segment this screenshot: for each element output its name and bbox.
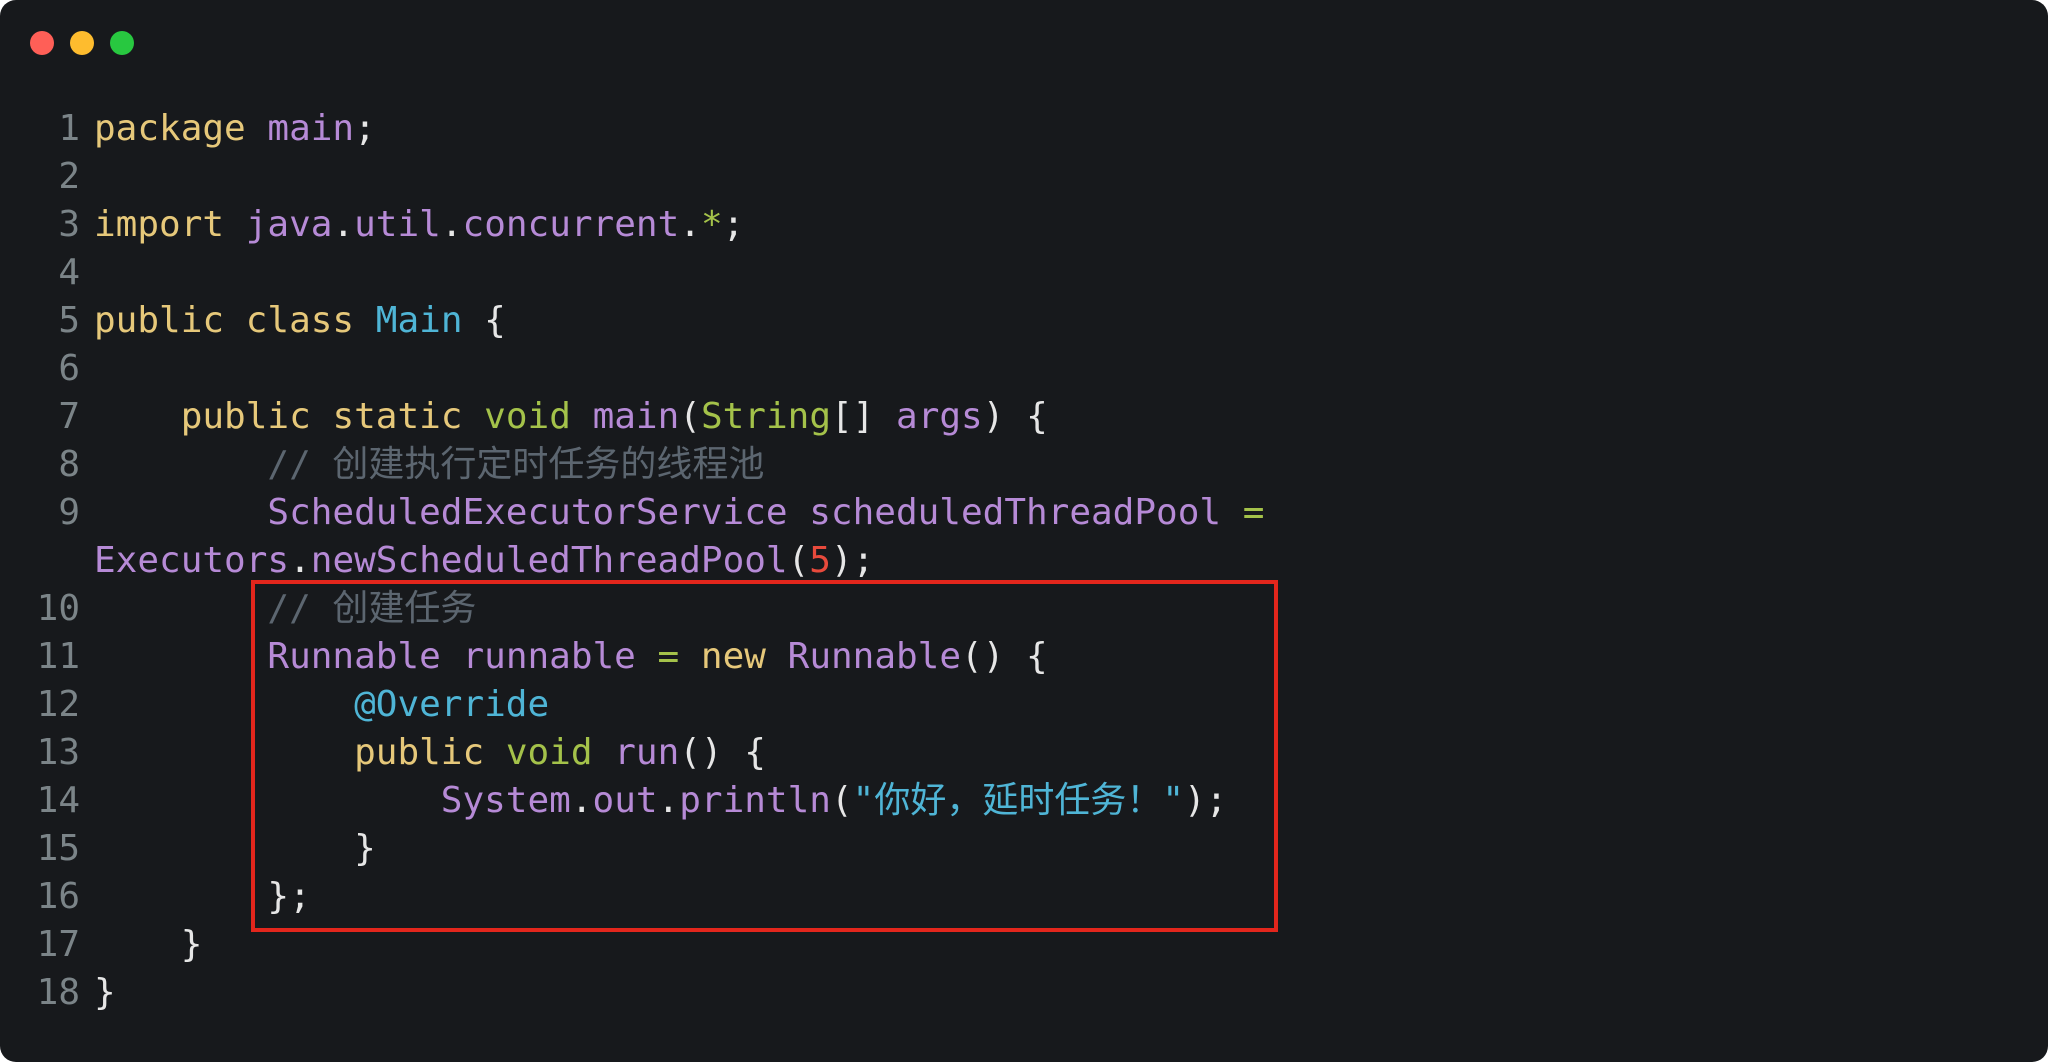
code-line: 8 // 创建执行定时任务的线程池 xyxy=(0,441,1264,489)
code-token: ; xyxy=(722,204,745,245)
code-line: 1 package main; xyxy=(0,105,1264,153)
code-token: } xyxy=(94,972,116,1013)
code-token: util xyxy=(354,204,441,245)
code-line: 18} xyxy=(0,969,1264,1017)
code-token: ) { xyxy=(982,396,1048,437)
code-token: Executors xyxy=(94,540,290,581)
line-number: 16 xyxy=(36,876,80,917)
code-token: . xyxy=(679,204,701,245)
code-token: java xyxy=(245,204,333,245)
line-number: 12 xyxy=(36,684,80,725)
code-token: } xyxy=(94,924,203,965)
code-line: 5 public class Main { xyxy=(0,297,1264,345)
line-number: 5 xyxy=(58,300,80,341)
code-token: ( xyxy=(679,396,701,437)
code-token: . xyxy=(289,540,311,581)
line-number: 13 xyxy=(36,732,80,773)
code-token: ScheduledExecutorService xyxy=(267,492,788,533)
code-token: ; xyxy=(354,108,376,149)
code-line: 2 xyxy=(0,153,1264,201)
line-number: 11 xyxy=(36,636,80,677)
code-token: = xyxy=(1242,492,1265,533)
code-token: import xyxy=(94,204,225,245)
highlight-box xyxy=(251,580,1278,932)
code-token: [] xyxy=(831,396,897,437)
line-number: 14 xyxy=(36,780,80,821)
code-line: 4 xyxy=(0,249,1264,297)
code-token: args xyxy=(896,396,983,437)
line-number: 4 xyxy=(58,252,80,293)
line-number: 9 xyxy=(58,492,80,533)
code-token: ( xyxy=(787,540,810,581)
line-number: 3 xyxy=(58,204,80,245)
code-token: scheduledThreadPool xyxy=(809,492,1222,533)
window-controls xyxy=(30,31,134,55)
code-token: . xyxy=(440,204,463,245)
minimize-button[interactable] xyxy=(70,31,94,55)
line-number: 8 xyxy=(58,444,80,485)
code-line: 7 public static void main(String[] args)… xyxy=(0,393,1264,441)
code-line: 3 import java.util.concurrent.*; xyxy=(0,201,1264,249)
line-number: 18 xyxy=(36,972,80,1013)
line-number: 10 xyxy=(36,588,80,629)
code-line: Executors.newScheduledThreadPool(5); xyxy=(0,537,1264,585)
code-token: static xyxy=(332,396,463,437)
code-line: 9 ScheduledExecutorService scheduledThre… xyxy=(0,489,1264,537)
close-button[interactable] xyxy=(30,31,54,55)
code-token: void xyxy=(484,396,571,437)
code-token: public xyxy=(94,300,225,341)
code-token: 5 xyxy=(809,540,831,581)
maximize-button[interactable] xyxy=(110,31,134,55)
code-token: String xyxy=(700,396,831,437)
line-number: 1 xyxy=(58,108,80,149)
code-token: main xyxy=(267,108,355,149)
code-token: class xyxy=(245,300,355,341)
line-number: 6 xyxy=(58,348,80,389)
code-token: ); xyxy=(830,540,875,581)
line-number: 17 xyxy=(36,924,80,965)
code-token: * xyxy=(700,204,723,245)
code-token: { xyxy=(462,300,506,341)
code-token: newScheduledThreadPool xyxy=(310,540,788,581)
line-number: 2 xyxy=(58,156,80,197)
code-token: public xyxy=(180,396,311,437)
line-number: 7 xyxy=(58,396,80,437)
code-window: 1 package main; 2 3 import java.util.concurr… xyxy=(0,0,2048,1062)
code-token: . xyxy=(332,204,355,245)
code-token: // 创建执行定时任务的线程池 xyxy=(267,444,765,485)
code-token: Main xyxy=(375,300,463,341)
code-token: concurrent xyxy=(462,204,680,245)
code-token: main xyxy=(592,396,680,437)
line-number: 15 xyxy=(36,828,80,869)
code-token: package xyxy=(94,108,246,149)
code-line: 6 xyxy=(0,345,1264,393)
